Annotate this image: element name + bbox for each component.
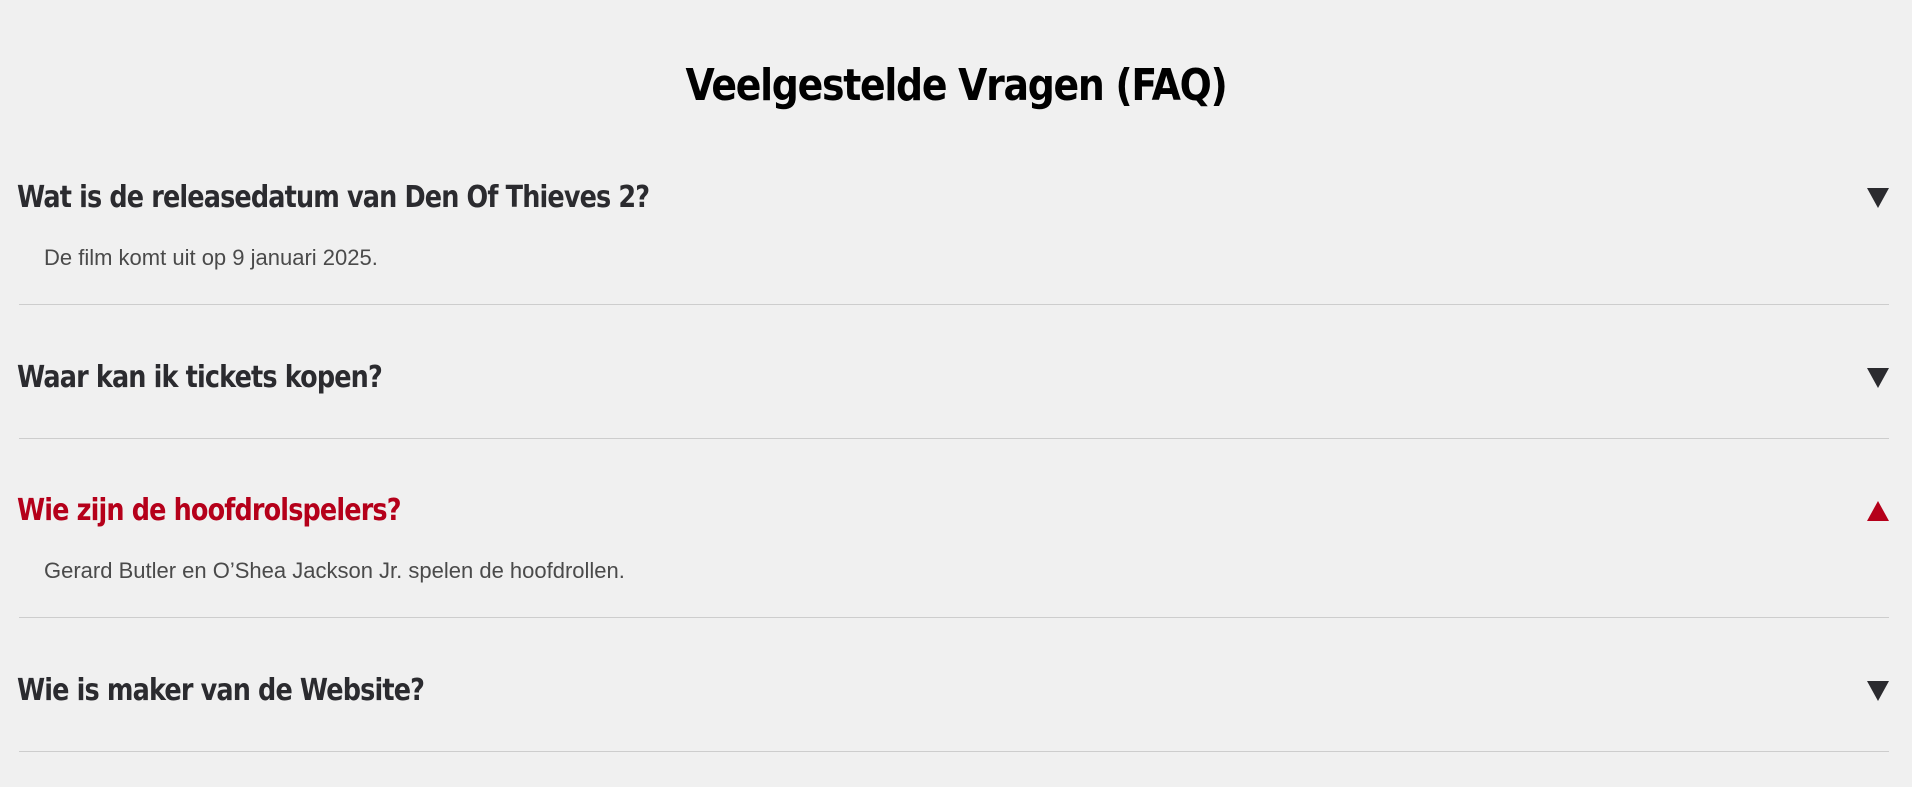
- triangle-down-icon: [1863, 173, 1893, 223]
- faq-item: Wie is maker van de Website?: [17, 666, 1889, 752]
- faq-section: Veelgestelde Vragen (FAQ) Wat is de rele…: [0, 0, 1912, 787]
- faq-question: Wie zijn de hoofdrolspelers?: [17, 493, 402, 528]
- faq-question-toggle[interactable]: Wat is de releasedatum van Den Of Thieve…: [17, 173, 1889, 223]
- faq-question: Waar kan ik tickets kopen?: [17, 360, 383, 395]
- faq-question-toggle[interactable]: Wie zijn de hoofdrolspelers?: [17, 486, 1889, 536]
- faq-item: Wat is de releasedatum van Den Of Thieve…: [17, 173, 1889, 305]
- faq-question-toggle[interactable]: Wie is maker van de Website?: [17, 666, 1889, 716]
- faq-question: Wat is de releasedatum van Den Of Thieve…: [17, 180, 650, 215]
- faq-item: Waar kan ik tickets kopen?: [17, 353, 1889, 439]
- faq-question-toggle[interactable]: Waar kan ik tickets kopen?: [17, 353, 1889, 403]
- triangle-down-icon: [1863, 353, 1893, 403]
- triangle-down-icon: [1863, 666, 1893, 716]
- faq-answer: Gerard Butler en O’Shea Jackson Jr. spel…: [44, 558, 625, 583]
- faq-title: Veelgestelde Vragen (FAQ): [685, 60, 1227, 111]
- faq-item: Wie zijn de hoofdrolspelers? Gerard Butl…: [17, 486, 1889, 618]
- faq-answer: De film komt uit op 9 januari 2025.: [44, 245, 378, 270]
- faq-question: Wie is maker van de Website?: [17, 673, 425, 708]
- triangle-up-icon: [1863, 486, 1893, 536]
